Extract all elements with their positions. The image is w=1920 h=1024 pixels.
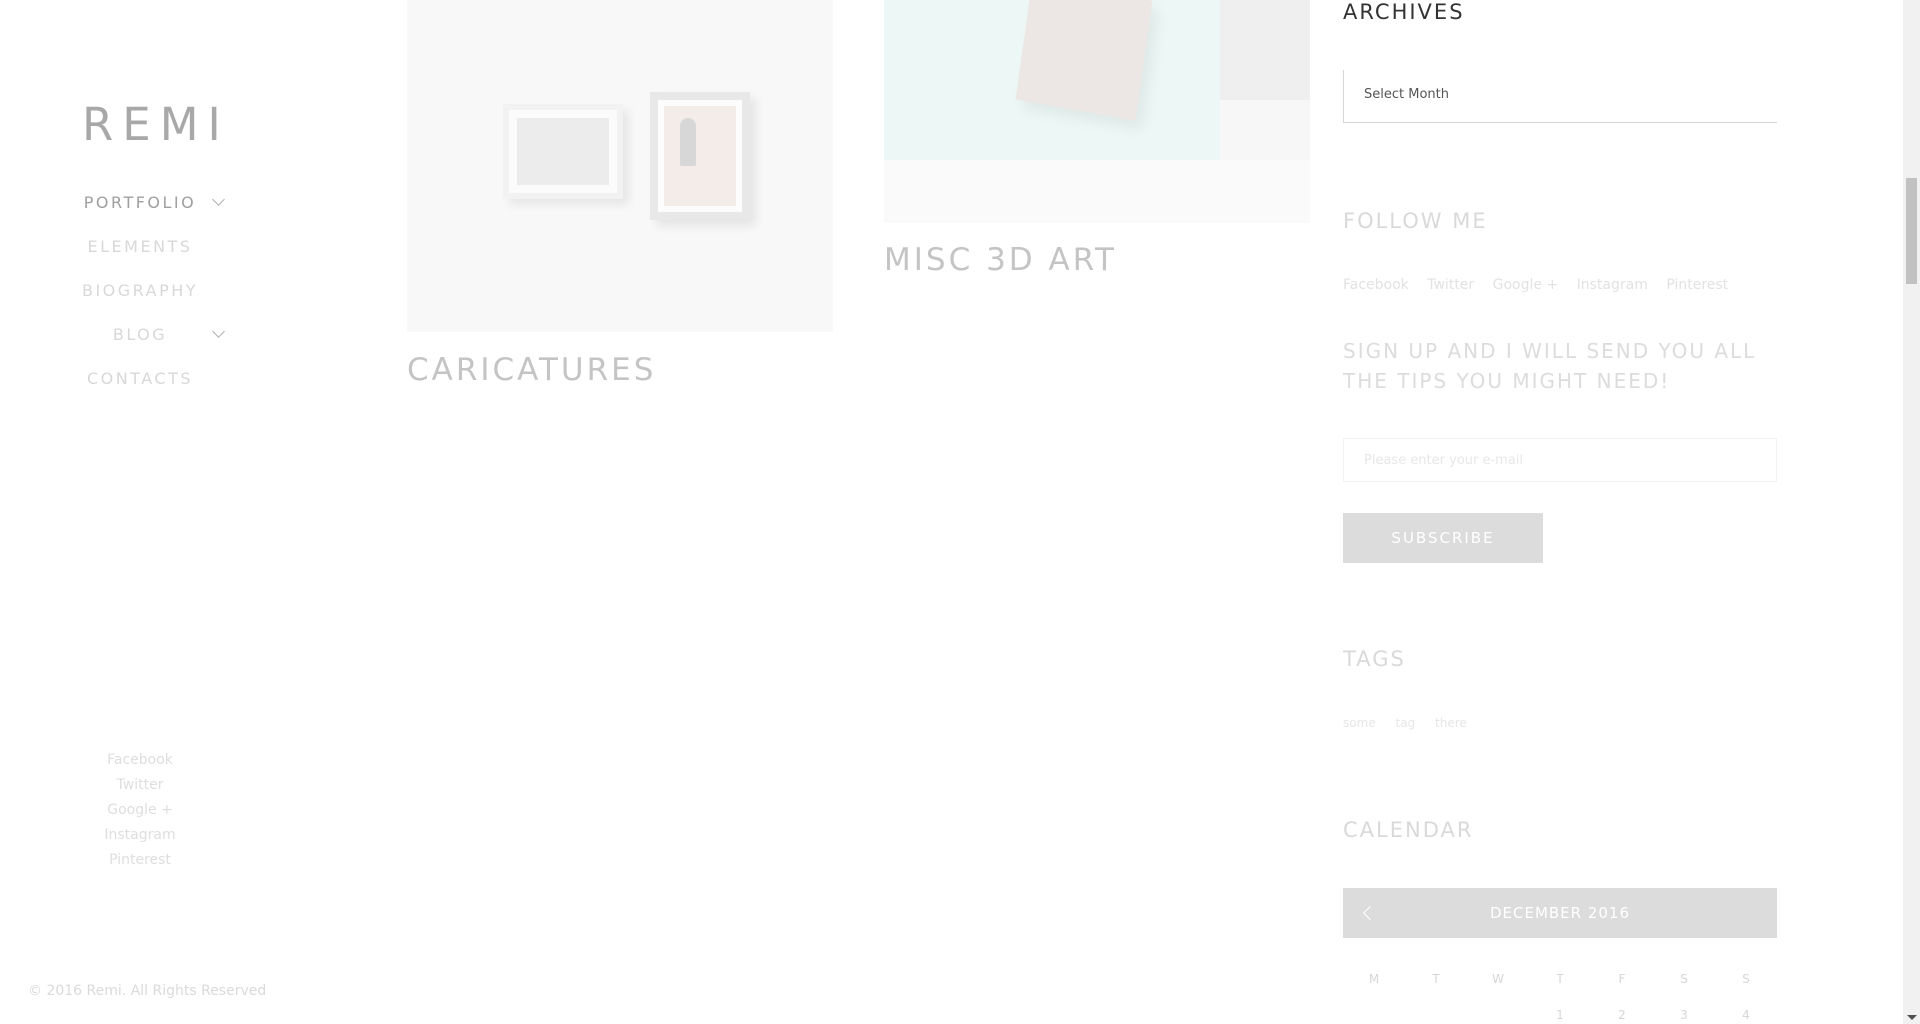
calendar-title: CALENDAR [1343,818,1474,842]
scroll-down-arrow-icon[interactable] [1907,1015,1917,1020]
nav-item-contacts[interactable]: CONTACTS [0,369,280,388]
tag-link[interactable]: tag [1396,716,1416,730]
copyright-text: © 2016 Remi. All Rights Reserved [28,983,267,999]
calendar-day: 2 [1618,1008,1626,1022]
social-link-google-plus[interactable]: Google + [0,798,280,823]
nav-item-biography[interactable]: BIOGRAPHY [0,281,280,300]
email-field[interactable] [1343,438,1777,482]
weekday-label: T [1556,972,1564,986]
follow-link-pinterest[interactable]: Pinterest [1666,277,1728,293]
calendar-month: DECEMBER 2016 [1489,904,1631,922]
tag-cloud: some tag there [1343,716,1483,730]
brochure-image [1015,0,1153,121]
chevron-down-icon[interactable] [212,325,225,338]
tag-link[interactable]: there [1435,716,1467,730]
calendar-day: 1 [1556,1008,1564,1022]
weekday-label: F [1618,972,1626,986]
portfolio-thumbnail-caricatures[interactable] [407,0,833,332]
social-link-instagram[interactable]: Instagram [0,823,280,848]
page-scrollbar[interactable] [1903,0,1920,1024]
nav-item-elements[interactable]: ELEMENTS [0,237,280,256]
nav-label: CONTACTS [86,369,194,388]
follow-me-title: FOLLOW ME [1343,209,1488,233]
nav-item-portfolio[interactable]: PORTFOLIO [0,193,280,212]
tags-title: TAGS [1343,647,1406,671]
nav-label: PORTFOLIO [83,193,197,212]
archives-month-select[interactable]: Select Month [1343,70,1777,123]
newsletter-title: SIGN UP AND I WILL SEND YOU ALL THE TIPS… [1343,339,1757,393]
sidebar-social-links: Facebook Twitter Google + Instagram Pint… [0,748,280,873]
follow-link-twitter[interactable]: Twitter [1427,277,1474,293]
social-link-facebook[interactable]: Facebook [0,748,280,773]
nav-label: BLOG [112,325,168,344]
follow-link-instagram[interactable]: Instagram [1577,277,1648,293]
tag-link[interactable]: some [1343,716,1376,730]
picture-frame-image [503,104,623,199]
nav-label: BIOGRAPHY [81,281,199,300]
social-link-pinterest[interactable]: Pinterest [0,848,280,873]
weekday-label: W [1492,972,1504,986]
weekday-label: M [1368,972,1380,986]
follow-link-facebook[interactable]: Facebook [1343,277,1409,293]
portfolio-title[interactable]: CARICATURES [407,352,656,388]
picture-frame-image [650,92,750,220]
nav-item-blog[interactable]: BLOG [0,325,280,344]
archives-title: ARCHIVES [1343,0,1465,24]
social-link-twitter[interactable]: Twitter [0,773,280,798]
calendar-day: 4 [1742,1008,1750,1022]
subscribe-button[interactable]: SUBSCRIBE [1343,513,1543,563]
scrollbar-thumb[interactable] [1906,178,1917,284]
chevron-left-icon[interactable] [1362,905,1378,921]
portfolio-thumbnail-misc-3d-art[interactable] [884,0,1310,223]
site-logo[interactable]: REMI [82,98,230,151]
calendar-day: 3 [1680,1008,1688,1022]
follow-link-google-plus[interactable]: Google + [1493,277,1559,293]
follow-links: Facebook Twitter Google + Instagram Pint… [1343,277,1742,293]
weekday-label: S [1680,972,1688,986]
nav-label: ELEMENTS [87,237,193,256]
portfolio-title[interactable]: MISC 3D ART [884,242,1117,278]
weekday-label: S [1742,972,1750,986]
weekday-label: T [1432,972,1440,986]
left-sidebar: REMI PORTFOLIO ELEMENTS BIOGRAPHY BLOG C… [0,0,280,1024]
calendar-header: DECEMBER 2016 [1343,888,1777,938]
chevron-down-icon[interactable] [212,193,225,206]
